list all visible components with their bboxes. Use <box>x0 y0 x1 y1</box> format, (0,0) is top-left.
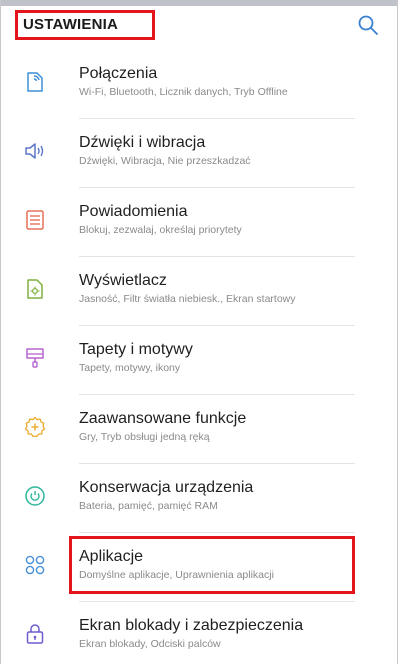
paintbrush-icon <box>26 348 44 368</box>
apps-highlight-box <box>69 536 355 594</box>
device-care-icon <box>25 486 45 506</box>
settings-item-description: Gry, Tryb obsługi jedną ręką <box>79 431 210 443</box>
notifications-icon <box>26 210 44 230</box>
settings-item-label: Połączenia <box>79 65 158 82</box>
settings-item-description: Ekran blokady, Odciski palców <box>79 638 221 650</box>
settings-item-connections[interactable]: Połączenia Wi-Fi, Bluetooth, Licznik dan… <box>1 50 397 119</box>
settings-item-label: Wyświetlacz <box>79 272 167 289</box>
speaker-icon <box>25 143 44 159</box>
title-highlight-box <box>15 10 155 40</box>
settings-item-label: Tapety i motywy <box>79 341 193 358</box>
settings-item-description: Tapety, motywy, ikony <box>79 362 181 374</box>
header: USTAWIENIA <box>1 6 397 46</box>
settings-screen: USTAWIENIA Połączenia Wi-Fi, Bluetooth, … <box>0 0 398 664</box>
settings-item-description: Wi-Fi, Bluetooth, Licznik danych, Tryb O… <box>79 86 288 98</box>
settings-item-notifications[interactable]: Powiadomienia Blokuj, zezwalaj, określaj… <box>1 188 397 257</box>
settings-item-description: Blokuj, zezwalaj, określaj priorytety <box>79 224 242 236</box>
settings-item-description: Dźwięki, Wibracja, Nie przeszkadzać <box>79 155 251 167</box>
settings-item-wallpapers[interactable]: Tapety i motywy Tapety, motywy, ikony <box>1 326 397 395</box>
settings-item-device-care[interactable]: Konserwacja urządzenia Bateria, pamięć, … <box>1 464 397 533</box>
settings-item-description: Bateria, pamięć, pamięć RAM <box>79 500 218 512</box>
lock-icon <box>26 624 44 644</box>
search-icon[interactable] <box>357 14 379 36</box>
advanced-features-icon <box>24 416 46 438</box>
settings-item-lockscreen[interactable]: Ekran blokady i zabezpieczenia Ekran blo… <box>1 602 397 664</box>
settings-item-label: Konserwacja urządzenia <box>79 479 254 496</box>
settings-item-label: Powiadomienia <box>79 203 188 220</box>
settings-item-display[interactable]: Wyświetlacz Jasność, Filtr światła niebi… <box>1 257 397 326</box>
display-icon <box>27 279 43 299</box>
settings-item-sounds[interactable]: Dźwięki i wibracja Dźwięki, Wibracja, Ni… <box>1 119 397 188</box>
settings-item-label: Dźwięki i wibracja <box>79 134 206 151</box>
settings-item-advanced[interactable]: Zaawansowane funkcje Gry, Tryb obsługi j… <box>1 395 397 464</box>
settings-item-label: Ekran blokady i zabezpieczenia <box>79 617 304 634</box>
apps-icon <box>25 555 45 575</box>
settings-item-description: Jasność, Filtr światła niebiesk., Ekran … <box>79 293 296 305</box>
connections-icon <box>27 72 43 92</box>
settings-item-label: Zaawansowane funkcje <box>79 410 247 427</box>
